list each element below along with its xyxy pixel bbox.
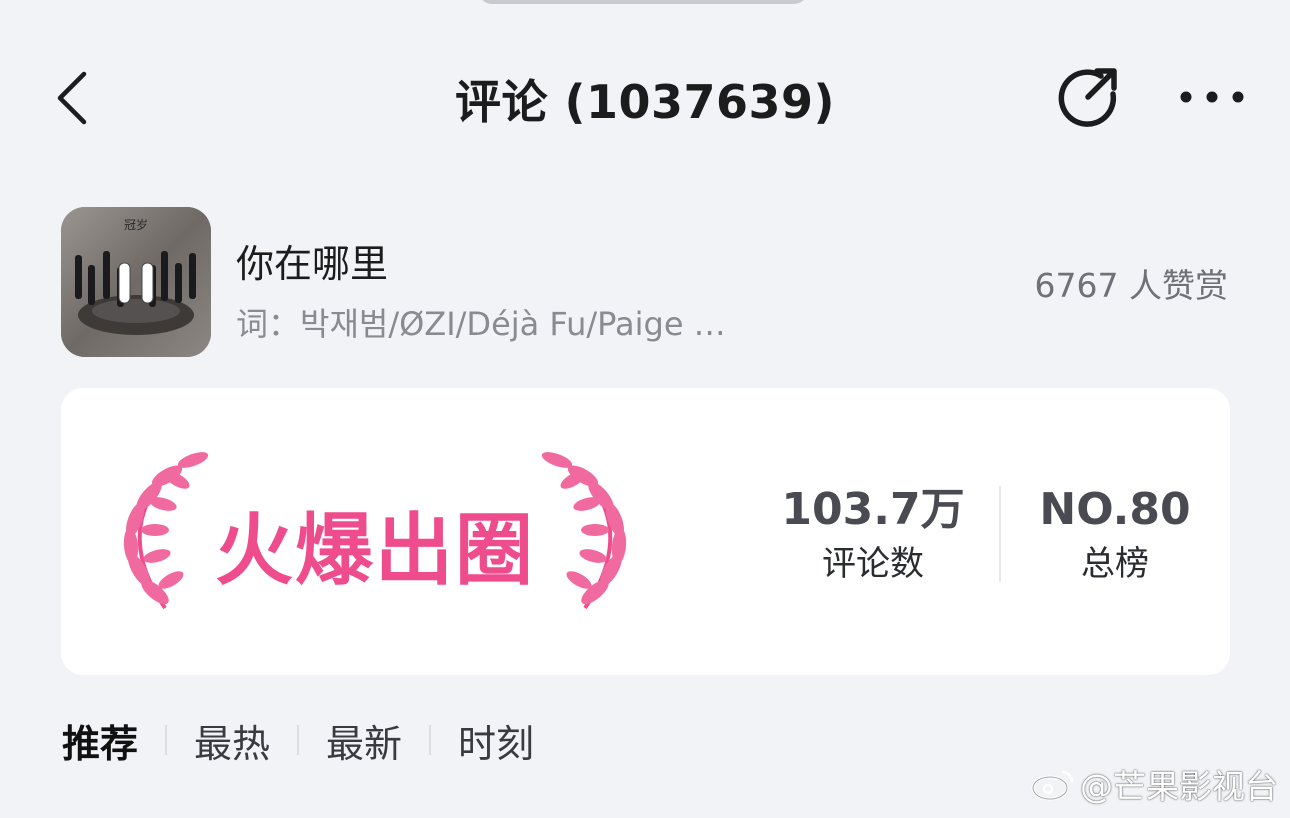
album-cover[interactable]: 冠岁 — [61, 207, 211, 357]
song-lyricist: 词：박재범/ØZI/Déjà Fu/Paige … — [236, 305, 726, 343]
stat-value: 103.7万 — [781, 484, 965, 535]
more-button[interactable] — [1176, 80, 1248, 114]
tab-latest[interactable]: 最新 — [326, 713, 402, 768]
stat-divider — [999, 486, 1001, 582]
svg-text:冠岁: 冠岁 — [124, 217, 148, 232]
top-bar: 评论 (1037639) — [0, 0, 1290, 190]
share-button[interactable] — [1055, 64, 1121, 130]
tab-moments[interactable]: 时刻 — [458, 713, 534, 768]
watermark-text: @芒果影视台 — [1080, 767, 1278, 806]
sort-tabs: 推荐 最热 最新 时刻 — [62, 712, 534, 768]
tab-hottest[interactable]: 最热 — [194, 713, 270, 768]
album-art: 冠岁 — [61, 207, 211, 357]
stat-value: NO.80 — [1039, 484, 1191, 535]
share-icon — [1058, 68, 1117, 127]
song-title: 你在哪里 — [236, 242, 389, 286]
weibo-icon — [1031, 770, 1074, 801]
tab-divider — [429, 725, 432, 755]
tab-divider — [165, 725, 168, 755]
more-icon — [1180, 91, 1244, 103]
hot-badge: 火爆出圈 — [105, 446, 645, 616]
tab-recommended[interactable]: 推荐 — [62, 713, 138, 768]
reward-count[interactable]: 6767 人赞赏 — [1035, 259, 1228, 307]
laurel-right-icon — [541, 452, 627, 610]
tab-divider — [297, 725, 300, 755]
stat-label: 总榜 — [1081, 544, 1149, 584]
stat-label: 评论数 — [822, 544, 924, 584]
stat-chart-rank: NO.80 总榜 — [1033, 484, 1197, 588]
highlight-card[interactable]: 火爆出圈 103.7万 评论数 NO.80 总榜 — [61, 388, 1230, 675]
watermark: @芒果影视台 — [1030, 760, 1278, 808]
song-info[interactable]: 冠岁 你在哪里 词：박재범/ØZI/Déjà Fu/Paige … 6767 人… — [0, 205, 1290, 360]
stat-comment-count: 103.7万 评论数 — [781, 484, 965, 588]
